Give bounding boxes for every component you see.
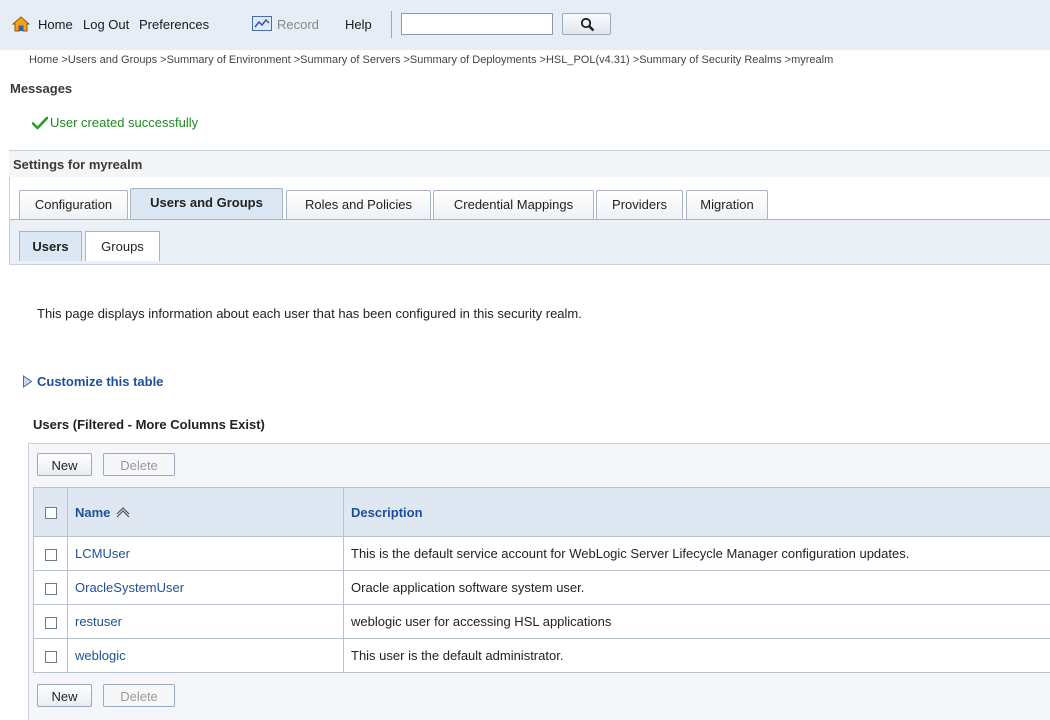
record-link[interactable]: Record (277, 17, 319, 32)
user-link[interactable]: weblogic (75, 648, 126, 663)
column-header-description[interactable]: Description (343, 487, 1050, 537)
success-message: User created successfully (50, 115, 199, 130)
delete-user-button-bottom[interactable]: Delete (103, 684, 175, 707)
record-icon (252, 16, 272, 31)
help-link[interactable]: Help (345, 17, 372, 32)
settings-title: Settings for myrealm (13, 157, 143, 172)
user-name-cell: restuser (67, 604, 344, 639)
subtabs-bar: Users Groups (10, 220, 1050, 265)
row-checkbox[interactable] (44, 650, 57, 663)
tab-users-and-groups[interactable]: Users and Groups (130, 188, 283, 219)
new-user-button[interactable]: New (37, 453, 92, 476)
breadcrumb-item[interactable]: Summary of Deployments > (410, 54, 546, 66)
select-all-checkbox[interactable] (44, 507, 57, 520)
tab-roles-and-policies[interactable]: Roles and Policies (286, 190, 431, 219)
user-link[interactable]: OracleSystemUser (75, 580, 184, 595)
tab-providers[interactable]: Providers (596, 190, 683, 219)
breadcrumb-item: myrealm (791, 54, 834, 66)
row-checkbox[interactable] (44, 548, 57, 561)
new-user-button-bottom[interactable]: New (37, 684, 92, 707)
row-checkbox[interactable] (44, 616, 57, 629)
row-select-cell (33, 570, 68, 605)
search-input[interactable] (401, 13, 553, 35)
delete-user-button[interactable]: Delete (103, 453, 175, 476)
search-icon (580, 17, 595, 32)
logout-link[interactable]: Log Out (83, 17, 129, 32)
customize-table-link[interactable]: Customize this table (37, 374, 163, 389)
user-link[interactable]: restuser (75, 614, 122, 629)
checkmark-icon (32, 116, 48, 130)
select-all-cell (33, 487, 68, 537)
messages-heading: Messages (10, 81, 73, 96)
preferences-link[interactable]: Preferences (139, 17, 209, 32)
global-toolbar: Home Log Out Preferences Record Help (0, 0, 1050, 50)
table-header-row: Name Description (33, 487, 1050, 537)
tab-configuration[interactable]: Configuration (19, 190, 128, 219)
breadcrumb-item[interactable]: Summary of Environment > (167, 54, 301, 66)
breadcrumb-item[interactable]: HSL_POL(v4.31) > (546, 54, 639, 66)
toolbar-divider (391, 11, 392, 38)
user-link[interactable]: LCMUser (75, 546, 130, 561)
tab-migration[interactable]: Migration (686, 190, 768, 219)
table-row: LCMUser This is the default service acco… (33, 536, 1050, 571)
user-name-cell: weblogic (67, 638, 344, 673)
breadcrumb-item[interactable]: Home > (29, 54, 68, 66)
table-row: restuser weblogic user for accessing HSL… (33, 604, 1050, 639)
user-name-cell: OracleSystemUser (67, 570, 344, 605)
page-description: This page displays information about eac… (37, 306, 582, 321)
breadcrumb-item[interactable]: Users and Groups > (68, 54, 167, 66)
settings-header: Settings for myrealm (9, 150, 1050, 177)
user-description-cell: This is the default service account for … (343, 536, 1050, 571)
sort-ascending-icon[interactable] (114, 507, 132, 519)
breadcrumb: Home >Users and Groups >Summary of Envir… (29, 54, 1050, 66)
user-description-cell: This user is the default administrator. (343, 638, 1050, 673)
search-button[interactable] (562, 13, 611, 35)
row-checkbox[interactable] (44, 582, 57, 595)
tab-credential-mappings[interactable]: Credential Mappings (433, 190, 594, 219)
row-select-cell (33, 638, 68, 673)
column-header-name[interactable]: Name (67, 487, 344, 537)
table-row: OracleSystemUser Oracle application soft… (33, 570, 1050, 605)
subtab-groups[interactable]: Groups (85, 231, 160, 261)
table-row: weblogic This user is the default admini… (33, 638, 1050, 673)
user-name-cell: LCMUser (67, 536, 344, 571)
users-table: Name Description LCMUser This is the def… (33, 487, 1050, 673)
row-select-cell (33, 604, 68, 639)
home-link[interactable]: Home (38, 17, 73, 32)
breadcrumb-item[interactable]: Summary of Servers > (300, 54, 410, 66)
expand-triangle-icon (23, 375, 33, 388)
subtab-users[interactable]: Users (19, 231, 82, 261)
user-description-cell: weblogic user for accessing HSL applicat… (343, 604, 1050, 639)
user-description-cell: Oracle application software system user. (343, 570, 1050, 605)
row-select-cell (33, 536, 68, 571)
table-title: Users (Filtered - More Columns Exist) (33, 417, 265, 432)
home-icon[interactable] (12, 15, 30, 33)
breadcrumb-item[interactable]: Summary of Security Realms > (639, 54, 791, 66)
